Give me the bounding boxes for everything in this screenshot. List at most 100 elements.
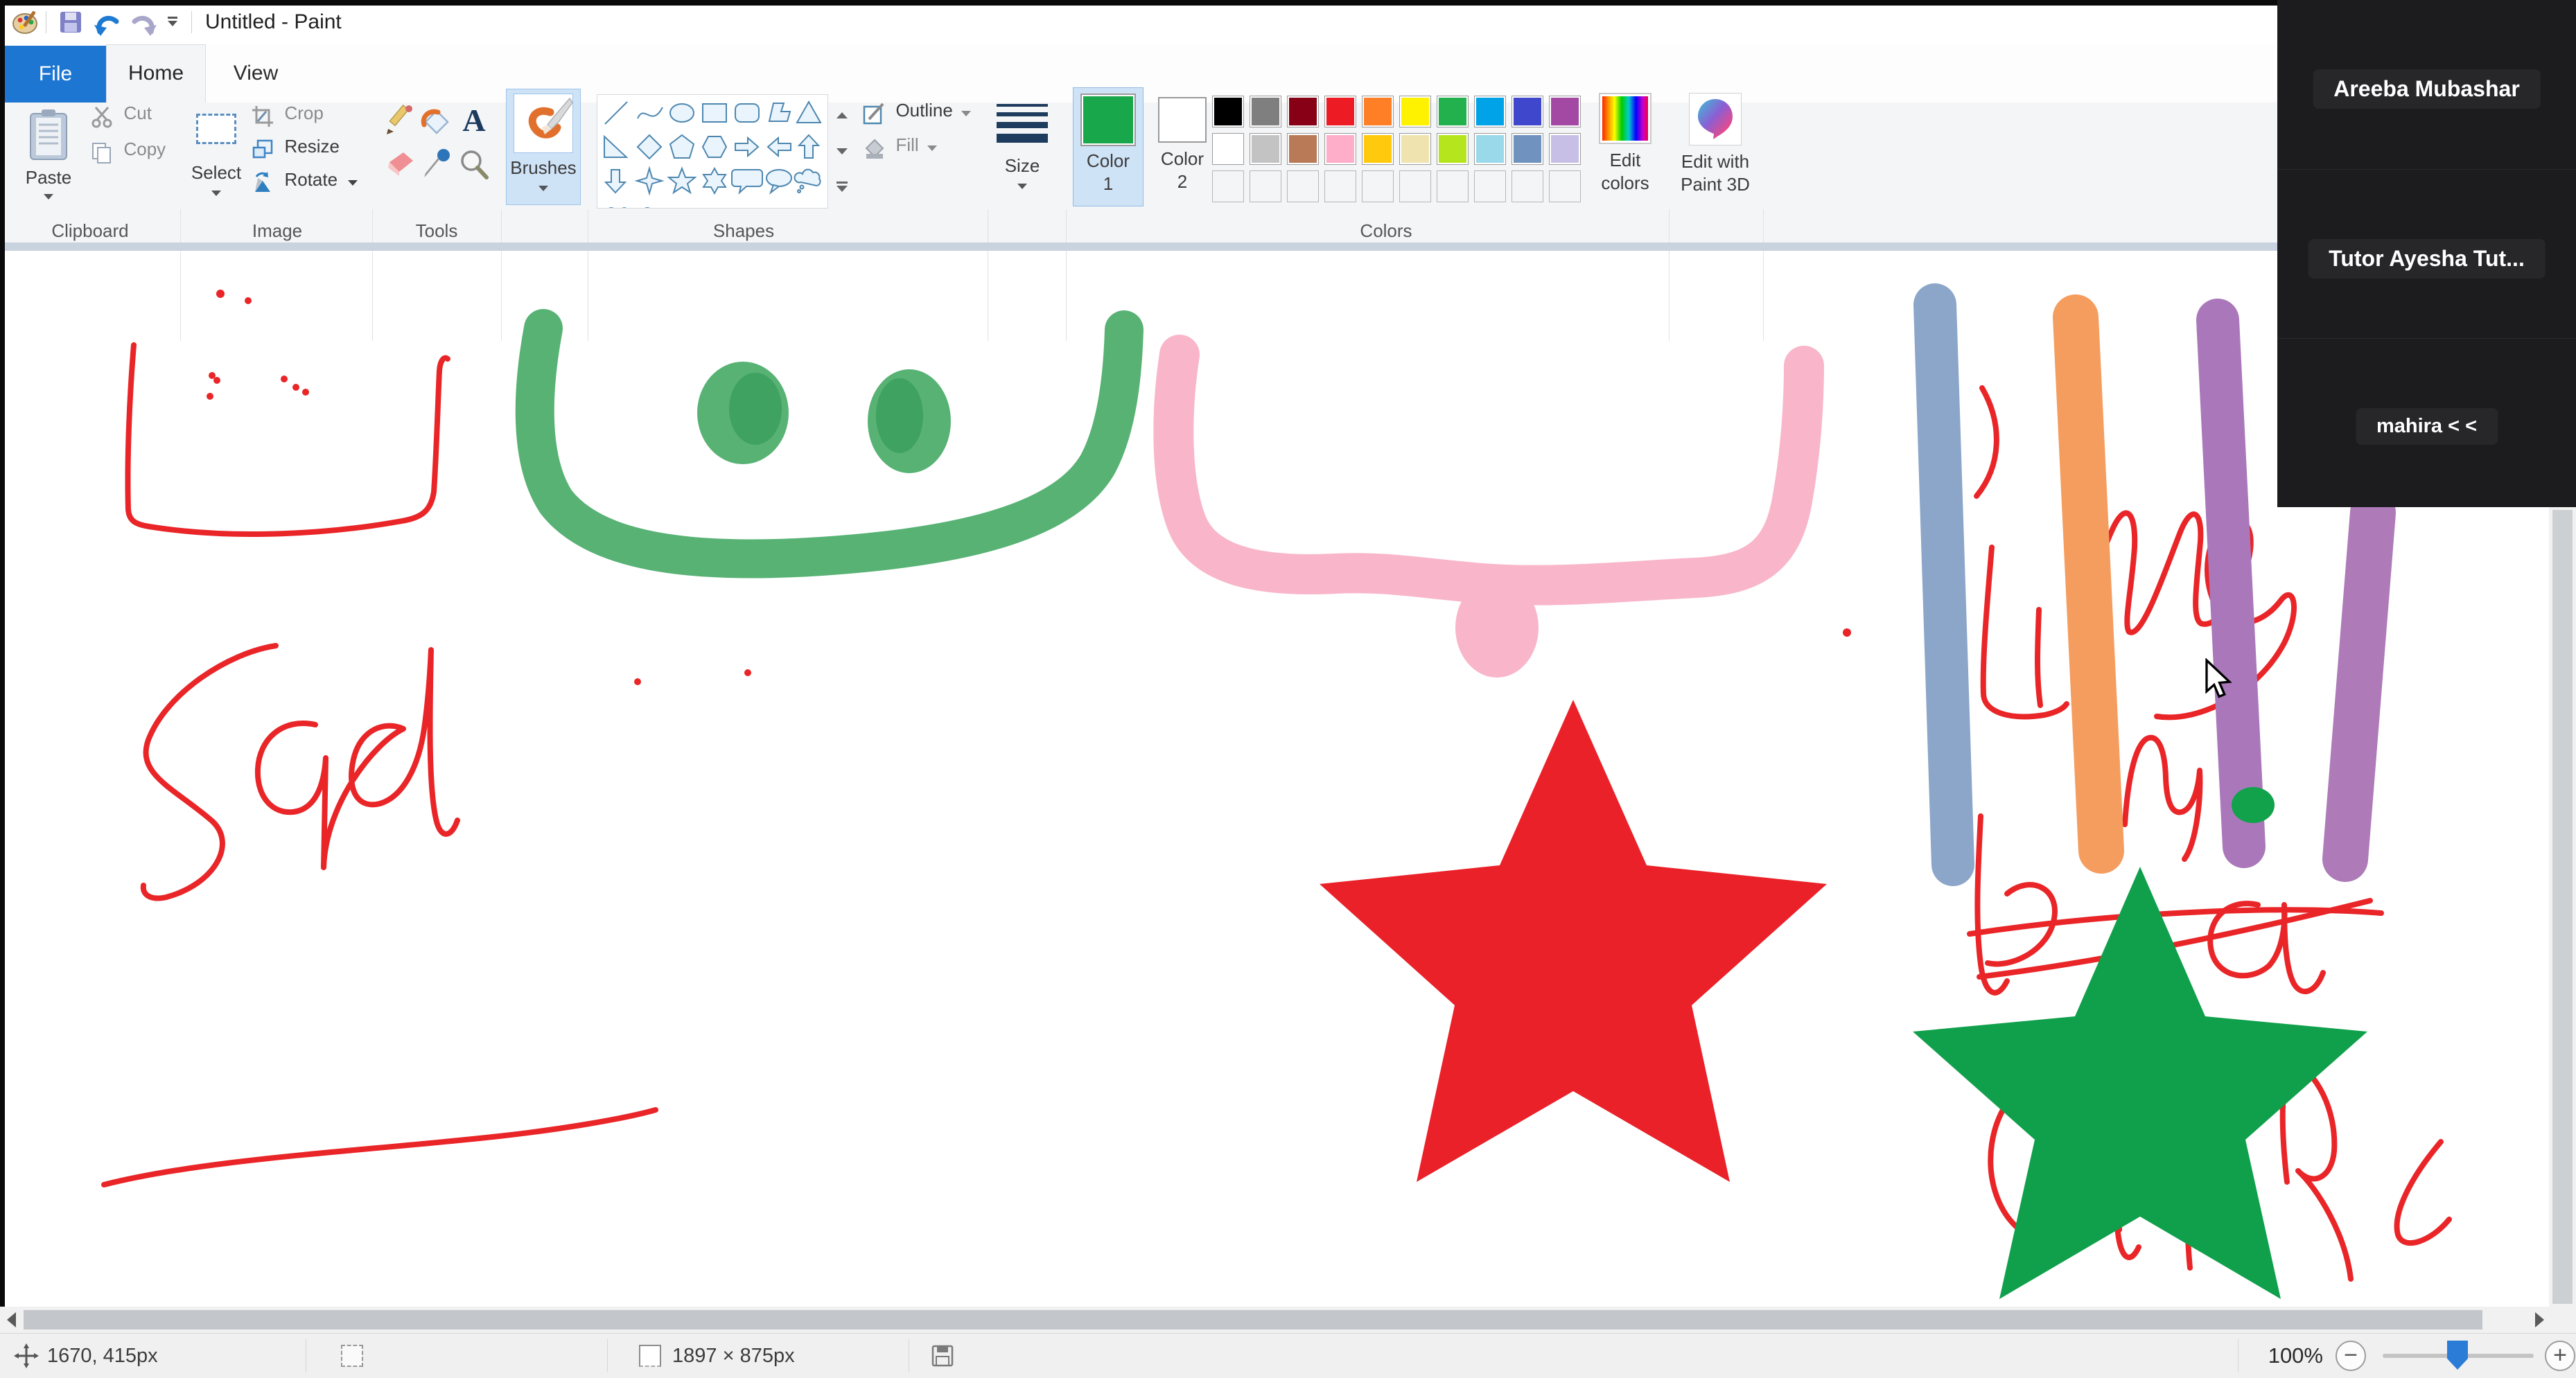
fill-button[interactable]: Fill: [862, 134, 987, 165]
eraser-tool[interactable]: [383, 147, 416, 180]
palette-swatch[interactable]: [1324, 96, 1356, 127]
palette-swatch[interactable]: [1362, 133, 1394, 165]
palette-swatch-empty[interactable]: [1324, 170, 1356, 202]
shape-triangle[interactable]: [797, 102, 821, 123]
palette-swatch[interactable]: [1437, 96, 1469, 127]
tab-file[interactable]: File: [5, 46, 106, 103]
participant-tile-3[interactable]: mahira < <: [2277, 339, 2576, 507]
outline-button[interactable]: Outline: [862, 100, 987, 130]
shape-right-triangle[interactable]: [604, 136, 627, 157]
tab-view[interactable]: View: [206, 44, 306, 103]
shape-pentagon[interactable]: [670, 135, 694, 158]
shape-arrow-up[interactable]: [799, 135, 818, 158]
palette-swatch[interactable]: [1250, 133, 1281, 165]
shape-five-point-star[interactable]: [669, 168, 695, 193]
palette-swatch-empty[interactable]: [1512, 170, 1543, 202]
text-tool[interactable]: A: [457, 104, 491, 137]
palette-swatch-empty[interactable]: [1399, 170, 1431, 202]
shapes-scroll-up[interactable]: [832, 103, 852, 130]
color2-button[interactable]: Color 2: [1149, 87, 1216, 206]
palette-swatch[interactable]: [1512, 96, 1543, 127]
palette-swatch[interactable]: [1212, 133, 1244, 165]
palette-swatch[interactable]: [1399, 96, 1431, 127]
palette-swatch[interactable]: [1549, 133, 1581, 165]
drawing-canvas[interactable]: [0, 251, 2549, 1307]
shape-wave-partial-2[interactable]: [640, 208, 654, 209]
save-icon[interactable]: [58, 10, 83, 35]
shape-wave-partial[interactable]: [604, 208, 629, 209]
zoom-slider-thumb[interactable]: [2447, 1341, 2468, 1370]
fill-bucket-tool[interactable]: [420, 104, 453, 137]
title-bar: Untitled - Paint: [0, 0, 2576, 44]
palette-swatch[interactable]: [1512, 133, 1543, 165]
shape-cloud-callout[interactable]: [795, 170, 821, 193]
paste-button[interactable]: Paste: [15, 105, 82, 211]
shape-ellipse[interactable]: [670, 104, 694, 122]
undo-icon[interactable]: [90, 8, 122, 37]
palette-swatch[interactable]: [1474, 96, 1506, 127]
hscroll-left-arrow[interactable]: [7, 1312, 16, 1327]
shapes-scroll-more[interactable]: [832, 175, 852, 202]
shape-hexagon[interactable]: [703, 136, 726, 157]
copy-button[interactable]: Copy: [90, 139, 173, 169]
palette-swatch-empty[interactable]: [1437, 170, 1469, 202]
shape-rounded-callout[interactable]: [732, 170, 762, 193]
zoom-out-button[interactable]: −: [2336, 1341, 2366, 1371]
shape-curve[interactable]: [638, 107, 663, 118]
shape-polygon[interactable]: [769, 103, 790, 121]
palette-swatch-empty[interactable]: [1212, 170, 1244, 202]
shape-oval-callout[interactable]: [766, 170, 791, 193]
qat-customize-icon[interactable]: [168, 17, 177, 26]
hscroll-right-arrow[interactable]: [2535, 1312, 2544, 1327]
rotate-button[interactable]: Rotate: [251, 169, 389, 198]
pencil-tool[interactable]: [383, 104, 416, 137]
palette-swatch[interactable]: [1399, 133, 1431, 165]
palette-swatch-empty[interactable]: [1549, 170, 1581, 202]
shape-diamond[interactable]: [638, 135, 661, 159]
redo-icon[interactable]: [129, 8, 161, 37]
palette-swatch[interactable]: [1362, 96, 1394, 127]
shape-arrow-left[interactable]: [768, 138, 791, 156]
palette-swatch[interactable]: [1287, 96, 1319, 127]
shape-rounded-rectangle[interactable]: [735, 104, 759, 122]
shape-arrow-down[interactable]: [606, 170, 625, 193]
edit-colors-button[interactable]: Edit colors: [1594, 91, 1656, 208]
palette-swatch[interactable]: [1250, 96, 1281, 127]
palette-swatch[interactable]: [1474, 133, 1506, 165]
shape-six-point-star[interactable]: [703, 168, 726, 193]
hscroll-thumb[interactable]: [24, 1310, 2482, 1330]
zoom-in-button[interactable]: +: [2545, 1341, 2575, 1371]
color-picker-tool[interactable]: [420, 147, 453, 180]
palette-swatch[interactable]: [1287, 133, 1319, 165]
saved-state-icon: [930, 1343, 955, 1368]
shape-rectangle[interactable]: [703, 104, 726, 122]
shape-four-point-star[interactable]: [637, 168, 662, 193]
select-button[interactable]: Select: [186, 105, 247, 211]
crop-button[interactable]: Crop: [251, 103, 362, 132]
paint3d-button[interactable]: Edit with Paint 3D: [1677, 91, 1753, 208]
palette-swatch[interactable]: [1212, 96, 1244, 127]
size-button[interactable]: Size: [990, 94, 1055, 205]
shapes-scroll-down[interactable]: [832, 139, 852, 166]
palette-swatch[interactable]: [1549, 96, 1581, 127]
palette-swatch-empty[interactable]: [1474, 170, 1506, 202]
shape-line[interactable]: [605, 102, 627, 124]
palette-swatch[interactable]: [1324, 133, 1356, 165]
palette-swatch-empty[interactable]: [1287, 170, 1319, 202]
vertical-scrollbar[interactable]: [2549, 507, 2576, 1307]
palette-swatch-empty[interactable]: [1362, 170, 1394, 202]
resize-button[interactable]: Resize: [251, 136, 362, 165]
brushes-button[interactable]: Brushes: [506, 89, 581, 205]
color1-button[interactable]: Color 1: [1073, 87, 1144, 206]
horizontal-scrollbar[interactable]: [0, 1307, 2576, 1333]
tab-home[interactable]: Home: [106, 44, 206, 103]
magnifier-tool[interactable]: [457, 148, 491, 182]
cut-button[interactable]: Cut: [90, 103, 173, 133]
participant-tile-1[interactable]: Areeba Mubashar: [2277, 0, 2576, 169]
shape-arrow-right[interactable]: [735, 138, 758, 156]
vscroll-thumb[interactable]: [2552, 510, 2573, 1304]
participant-tile-2[interactable]: Tutor Ayesha Tut...: [2277, 170, 2576, 338]
palette-swatch-empty[interactable]: [1250, 170, 1281, 202]
palette-swatch[interactable]: [1437, 133, 1469, 165]
cursor-position-value: 1670, 415px: [47, 1334, 158, 1378]
